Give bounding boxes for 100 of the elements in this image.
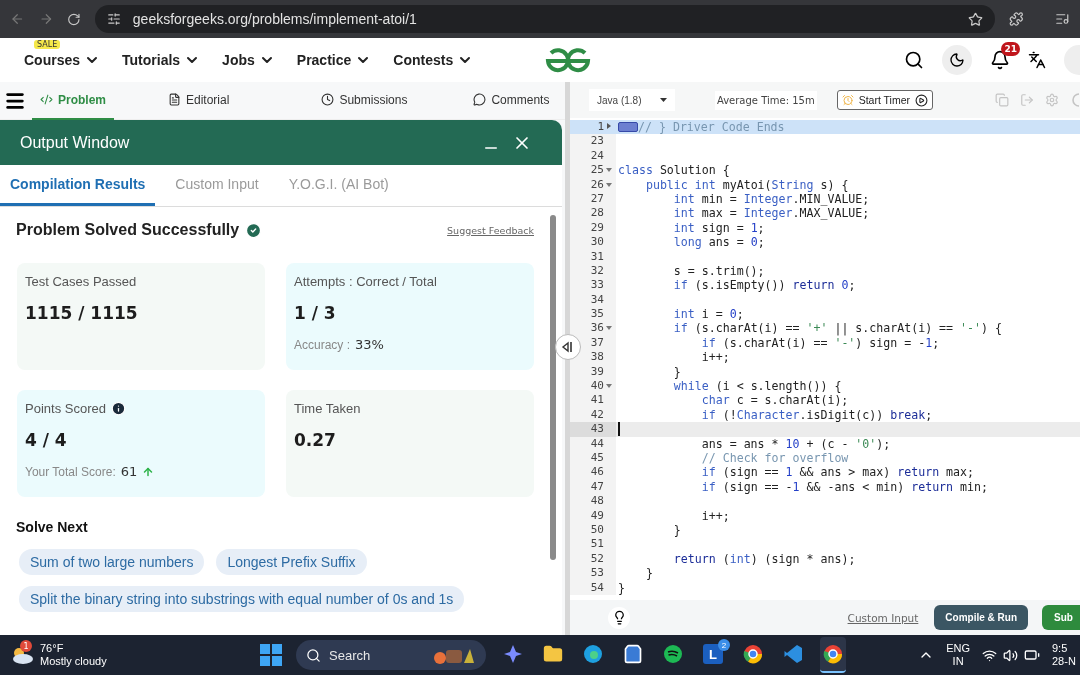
extensions-icon[interactable] <box>1008 11 1024 27</box>
taskbar-app[interactable] <box>820 637 846 673</box>
card-value: 1 / 3 <box>294 303 336 323</box>
nav-link[interactable]: Courses <box>24 52 101 68</box>
output-tab[interactable]: Compilation Results <box>0 165 156 206</box>
line-number: 26 <box>590 177 604 192</box>
sparkle-icon[interactable] <box>503 644 523 664</box>
url-text: geeksforgeeks.org/problems/implement-atoi/1 <box>132 11 418 27</box>
code-line: s = s.trim(); <box>672 263 766 279</box>
media-icon[interactable] <box>1055 11 1070 27</box>
line-number: 1 <box>597 120 604 135</box>
line-number: 48 <box>590 494 604 509</box>
language-select[interactable]: Java (1.8) <box>589 89 675 111</box>
card-label: Points Scored <box>25 401 106 416</box>
alarm-icon <box>841 94 854 106</box>
submit-button[interactable]: Sub <box>1042 605 1080 630</box>
card-label: Test Cases Passed <box>25 274 137 289</box>
play-icon <box>915 93 928 107</box>
code-icon <box>40 93 53 106</box>
info-icon[interactable] <box>110 401 126 416</box>
code-line: int min = Integer.MIN_VALUE; <box>673 191 871 207</box>
line-number: 46 <box>590 465 604 480</box>
code-line: if (s.charAt(i) == '-') sign = -1; <box>700 335 941 351</box>
line-number: 30 <box>590 235 604 250</box>
card-label: Time Taken <box>294 401 361 416</box>
address-bar[interactable]: geeksforgeeks.org/problems/implement-atoi/1 <box>94 5 995 33</box>
code-line: i++; <box>700 508 731 523</box>
letter-tile-icon[interactable]: L <box>703 644 723 664</box>
line-number: 42 <box>590 407 604 423</box>
document-icon <box>168 93 181 106</box>
nav-link[interactable]: Contests <box>393 52 474 68</box>
scrollbar[interactable] <box>550 215 556 560</box>
compile-run-button[interactable]: Compile & Run <box>934 605 1028 630</box>
result-heading: Problem Solved Successfully <box>16 221 240 239</box>
problem-chip[interactable]: Sum of two large numbers <box>19 549 205 575</box>
code-line: if (s.charAt(i) == '+' || s.charAt(i) == '-') { <box>672 321 1003 336</box>
start-timer-button[interactable]: Start Timer <box>836 90 933 110</box>
section-title: Solve Next <box>16 519 89 535</box>
line-number: 40 <box>590 379 604 394</box>
translate-icon[interactable] <box>1028 51 1046 69</box>
line-number: 43 <box>590 422 604 437</box>
taskbar-search[interactable]: Search <box>296 640 486 670</box>
line-number: 23 <box>590 134 604 149</box>
start-icon[interactable] <box>260 644 282 666</box>
reload-icon[interactable] <box>67 11 81 27</box>
feedback-link[interactable]: Suggest Feedback <box>447 224 534 236</box>
chat-icon <box>473 93 487 106</box>
line-number: 45 <box>590 451 604 466</box>
code-line: if (!Character.isDigit(c)) break; <box>700 407 934 423</box>
code-line: // Check for overflow <box>700 451 850 466</box>
code-line: if (sign == -1 && -ans < min) return min; <box>700 479 989 495</box>
footer-label: Accuracy : <box>294 337 350 352</box>
moon-icon <box>949 52 965 68</box>
folder-icon[interactable] <box>543 644 563 664</box>
line-number: 52 <box>590 551 604 567</box>
nav-link[interactable]: Jobs <box>222 52 275 68</box>
clock-time: 9:5 <box>1052 642 1068 655</box>
card-value: 4 / 4 <box>25 430 67 450</box>
code-line: i++; <box>700 350 731 365</box>
line-number: 33 <box>590 278 604 293</box>
text-cursor <box>618 422 620 437</box>
line-number: 32 <box>590 263 604 279</box>
volume-icon[interactable] <box>1003 647 1018 663</box>
swirl-icon[interactable] <box>583 644 603 664</box>
input-region: IN <box>952 655 964 668</box>
line-number: 41 <box>590 393 604 408</box>
battery-icon[interactable] <box>1024 647 1040 663</box>
back-icon[interactable] <box>10 11 25 27</box>
folded-code-marker[interactable] <box>618 122 638 133</box>
code-editor-icon[interactable] <box>783 644 803 664</box>
line-number: 39 <box>590 364 604 380</box>
nav-link[interactable]: Practice <box>296 52 372 68</box>
code-line: class Solution { <box>617 163 731 178</box>
problem-chip[interactable]: Split the binary string into substrings with equal number of 0s and 1s <box>19 586 465 612</box>
problem-tab[interactable]: Editorial <box>160 81 238 120</box>
star-icon[interactable] <box>967 11 983 27</box>
notification-icon[interactable] <box>990 50 1010 70</box>
browser-icon[interactable] <box>823 644 843 664</box>
nav-link[interactable]: Tutorials <box>122 52 201 68</box>
browser-icon[interactable] <box>743 644 763 664</box>
bag-icon[interactable] <box>623 644 643 664</box>
code-line: int max = Integer.MAX_VALUE; <box>672 206 871 221</box>
line-number: 31 <box>590 249 604 264</box>
line-number: 53 <box>590 566 604 581</box>
music-icon[interactable] <box>663 644 683 664</box>
hint-button[interactable] <box>608 606 630 629</box>
clock-date: 28-N <box>1052 655 1076 668</box>
problem-tab[interactable]: Submissions <box>313 81 416 120</box>
line-number: 37 <box>590 335 604 351</box>
wifi-icon[interactable] <box>982 647 997 663</box>
line-number: 29 <box>590 220 604 236</box>
search-icon <box>306 647 321 663</box>
card-label: Attempts : Correct / Total <box>294 274 437 289</box>
problem-chip[interactable]: Longest Prefix Suffix <box>216 549 367 575</box>
dark-mode-button[interactable] <box>942 45 972 75</box>
code-line: char c = s.charAt(i); <box>700 393 850 408</box>
search-icon[interactable] <box>904 50 924 70</box>
code-line: int i = 0; <box>672 307 745 322</box>
custom-input-link[interactable]: Custom Input <box>847 611 919 624</box>
problem-tab[interactable]: Comments <box>465 81 558 120</box>
